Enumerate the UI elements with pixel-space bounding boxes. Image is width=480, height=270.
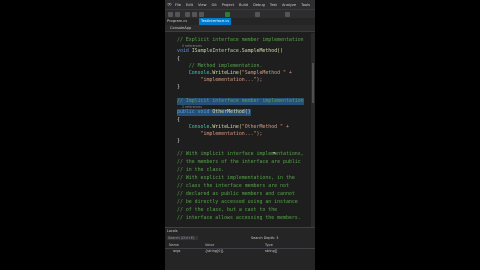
comment-line: // interface allows accessing the member… xyxy=(177,215,301,221)
menu-project[interactable]: Project xyxy=(222,3,234,7)
menu-view[interactable]: View xyxy=(198,3,207,7)
code-token: void xyxy=(177,48,192,54)
mouse-cursor-icon: ↖ xyxy=(273,150,277,156)
comment-line: // the members of the interface are publ… xyxy=(177,159,301,165)
code-line: } xyxy=(177,138,180,144)
menu-build[interactable]: Build xyxy=(239,3,248,7)
comment-line: // With implicit interface implementatio… xyxy=(177,151,304,157)
menu-file[interactable]: File xyxy=(175,3,181,7)
stop-icon[interactable] xyxy=(255,12,260,17)
code-line: { xyxy=(177,117,180,123)
search-depth-dropdown[interactable]: Search Depth: 3 xyxy=(251,236,278,240)
code-token: ISampleInterface xyxy=(191,48,239,54)
continue-icon[interactable] xyxy=(225,12,230,17)
locals-panel: Locals Search (Ctrl+E) Search Depth: 3 N… xyxy=(165,227,315,270)
locals-title: Locals xyxy=(167,229,178,233)
menu-debug[interactable]: Debug xyxy=(253,3,265,7)
code-token: OtherMethod xyxy=(212,109,245,115)
menu-git[interactable]: Git xyxy=(212,3,217,7)
code-token: .WriteLine( xyxy=(209,124,242,130)
document-tabs: Program.cs TestInterface.cs xyxy=(165,18,315,25)
tab-program[interactable]: Program.cs xyxy=(165,18,189,25)
menu-test[interactable]: Test xyxy=(270,3,277,7)
visual-studio-logo-icon: ∞ xyxy=(167,0,172,8)
divider xyxy=(165,248,315,249)
code-line: // Method implementation. xyxy=(177,63,263,69)
menu-analyze[interactable]: Analyze xyxy=(282,3,296,7)
selected-code-line: // Implicit interface member implementat… xyxy=(177,98,304,105)
locals-search-input[interactable]: Search (Ctrl+E) xyxy=(167,236,198,240)
code-editor[interactable]: // Explicit interface member implementat… xyxy=(165,33,315,227)
code-token: Console xyxy=(177,70,210,76)
comment-line: // class the interface members are not xyxy=(177,183,289,189)
redo-icon[interactable] xyxy=(199,12,204,17)
editor-gutter xyxy=(165,33,173,227)
navigation-bar[interactable]: ConsoleApp xyxy=(165,25,315,32)
column-header-value[interactable]: Value xyxy=(205,243,214,247)
menu-tools[interactable]: Tools xyxy=(301,3,310,7)
save-icon[interactable] xyxy=(185,12,190,17)
code-line: "implementation..."); xyxy=(177,131,263,137)
code-line: { xyxy=(177,56,180,62)
locals-row-value[interactable]: {string[0]} xyxy=(205,249,224,253)
menu-bar: ∞ File Edit View Git Project Build Debug… xyxy=(165,0,315,9)
code-line: // Explicit interface member implementat… xyxy=(177,37,304,43)
undo-icon[interactable] xyxy=(192,12,197,17)
code-token: .WriteLine( xyxy=(209,70,242,76)
visual-studio-window: ∞ File Edit View Git Project Build Debug… xyxy=(165,0,315,270)
code-token: Console xyxy=(177,124,210,130)
locals-row-type: string[] xyxy=(265,249,278,253)
comment-line: // be directly accessed using an instanc… xyxy=(177,199,298,205)
code-token: public void xyxy=(177,109,213,115)
comment-line: // in the class. xyxy=(177,167,225,173)
scrollbar-thumb[interactable] xyxy=(312,63,314,103)
code-line: "implementation..."); xyxy=(177,77,263,83)
step-over-icon[interactable] xyxy=(285,12,290,17)
tab-test-interface[interactable]: TestInterface.cs xyxy=(199,18,232,25)
comment-line: // With explicit implementations, in the xyxy=(177,175,295,181)
code-line: Console.WriteLine("SampleMethod " + xyxy=(177,70,292,77)
code-token: .SampleMethod() xyxy=(238,48,284,54)
back-icon[interactable] xyxy=(168,12,173,17)
column-header-name[interactable]: Name xyxy=(169,243,179,247)
comment-line: // declared as public members and cannot xyxy=(177,191,295,197)
code-token: () xyxy=(244,109,251,115)
comment-line: // of the class, but a cast to the xyxy=(177,207,278,213)
forward-icon[interactable] xyxy=(175,12,180,17)
editor-scrollbar[interactable] xyxy=(311,33,315,227)
code-token: "OtherMethod " + xyxy=(241,124,289,130)
code-line: void ISampleInterface.SampleMethod() xyxy=(177,48,283,55)
selected-code-line: public void OtherMethod() xyxy=(177,109,251,116)
menu-edit[interactable]: Edit xyxy=(186,3,193,7)
code-line: Console.WriteLine("OtherMethod " + xyxy=(177,124,289,131)
column-header-type[interactable]: Type xyxy=(265,243,273,247)
locals-row-name[interactable]: args xyxy=(173,249,180,253)
code-token: "SampleMethod " + xyxy=(241,70,292,76)
code-line: } xyxy=(177,84,180,90)
nav-project-label: ConsoleApp xyxy=(170,26,192,30)
